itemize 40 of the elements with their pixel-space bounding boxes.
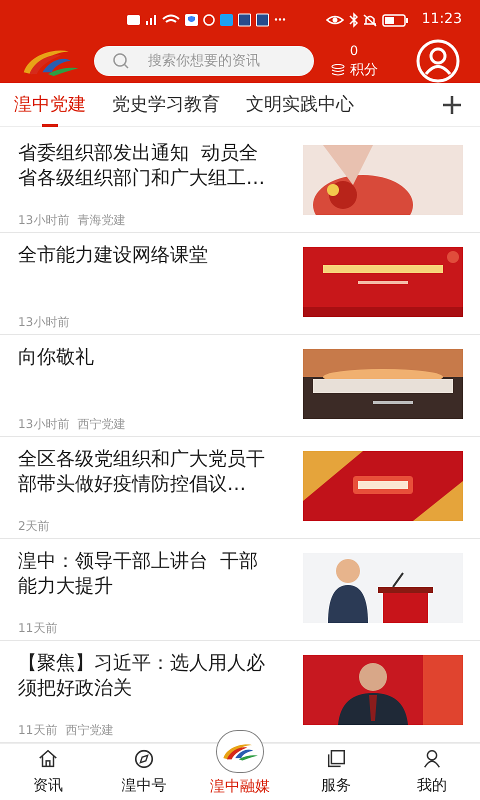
nav-tab[interactable]: 服务 bbox=[288, 744, 384, 800]
article-source: 青海党建 bbox=[77, 212, 126, 229]
nav-tab[interactable]: 资讯 bbox=[0, 744, 96, 800]
article-title[interactable]: 【聚焦】习近平：选人用人必须把好政治关 bbox=[18, 651, 266, 701]
article-title[interactable]: 向你敬礼 bbox=[18, 345, 266, 370]
article-source: 西宁党建 bbox=[77, 416, 126, 433]
article-time: 2天前 bbox=[18, 518, 50, 535]
article-title[interactable]: 全区各级党组织和广大党员干部带头做好疫情防控倡议… bbox=[18, 447, 266, 497]
status-time: 11:23 bbox=[422, 10, 462, 29]
nav-tab[interactable]: 湟中号 bbox=[96, 744, 192, 800]
home-icon bbox=[37, 748, 59, 770]
article-title[interactable]: 湟中：领导干部上讲台 干部能力大提升 bbox=[18, 549, 266, 599]
battery-icon bbox=[382, 12, 408, 28]
shield-icon bbox=[184, 12, 198, 28]
points-value: 0 bbox=[350, 43, 358, 61]
category-tab[interactable]: 党史学习教育 bbox=[112, 82, 220, 126]
search-field[interactable]: 搜索你想要的资讯 bbox=[94, 46, 314, 76]
mute-icon bbox=[362, 12, 377, 28]
add-icon[interactable] bbox=[442, 94, 462, 114]
category-tab[interactable]: 湟中党建 bbox=[14, 82, 86, 126]
bluetooth-icon bbox=[348, 12, 358, 28]
nav-tab[interactable]: 我的 bbox=[384, 744, 480, 800]
more-icon bbox=[274, 18, 286, 21]
article-time: 11天前 bbox=[18, 620, 58, 637]
article-title[interactable]: 全市能力建设网络课堂 bbox=[18, 243, 266, 268]
article-source: 西宁党建 bbox=[65, 722, 114, 739]
article-title[interactable]: 省委组织部发出通知 动员全省各级组织部门和广大组工… bbox=[18, 141, 266, 191]
category-tab[interactable]: 文明实践中心 bbox=[246, 82, 354, 126]
article-time: 13小时前 bbox=[18, 314, 70, 331]
person-icon bbox=[421, 748, 443, 770]
profile-icon[interactable] bbox=[416, 39, 460, 83]
nav-tab[interactable]: 湟中融媒 bbox=[192, 730, 288, 800]
article-time: 13小时前 bbox=[18, 212, 70, 229]
article-time: 11天前 bbox=[18, 722, 58, 739]
coins-icon bbox=[330, 64, 346, 76]
pages-icon bbox=[325, 748, 347, 770]
search-icon bbox=[112, 52, 130, 70]
compass-icon bbox=[133, 748, 155, 770]
article-time: 13小时前 bbox=[18, 416, 70, 433]
points-label: 积分 bbox=[350, 61, 378, 79]
